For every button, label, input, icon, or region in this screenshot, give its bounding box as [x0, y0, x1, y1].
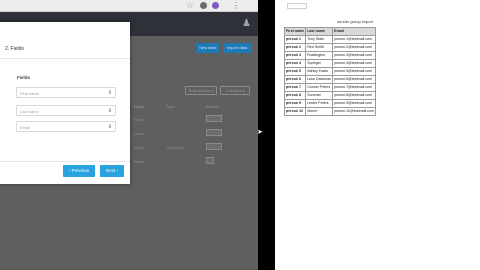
table-row: person 2 Red Smith person.2@testmail.com — [283, 43, 376, 52]
col-name-header: Name — [134, 104, 145, 109]
header-row: First name Last name Email — [283, 27, 376, 36]
report-window: sender group export First name Last name… — [275, 0, 480, 270]
row-actions[interactable] — [206, 157, 214, 164]
table-row: person 10 Moore person.10@testmail.com — [283, 107, 376, 116]
cell-email: person.2@testmail.com — [332, 43, 376, 52]
cell-first-name: person 7 — [283, 83, 307, 92]
title-cell-box — [287, 3, 307, 9]
import-data-button[interactable]: Import data — [223, 43, 251, 53]
table-row: person 1 Tony Stark person.1@testmail.com — [283, 35, 376, 44]
cell-last-name: Conner Peters — [305, 83, 334, 92]
table-row: person 4 Springer person.4@testmail.com — [283, 59, 376, 68]
table-row: person 7 Conner Peters person.7@testmail.c… — [283, 83, 376, 92]
table-row: Name — [134, 159, 145, 164]
table-row: person 5 Ashley Davis person.5@testmail.co… — [283, 67, 376, 76]
report-table: First name Last name Email person 1 Tony … — [283, 27, 376, 116]
table-row: person 8 Sommer person.8@testmail.com — [283, 91, 376, 100]
browser-menu-icon[interactable]: ⋮ — [232, 1, 240, 10]
chevron-updown-icon: ⇕ — [107, 90, 112, 96]
table-row: person 3 Ruskington person.3@testmail.com — [283, 51, 376, 60]
extension-icon-purple[interactable] — [212, 2, 219, 9]
table-row: person 6 Luke Dackman person.6@testmail.co… — [283, 75, 376, 84]
cell-email: person.7@testmail.com — [332, 83, 376, 92]
next-button[interactable]: Next › — [100, 165, 124, 177]
cell-email: person.8@testmail.com — [332, 91, 376, 100]
cell-last-name: Ruskington — [305, 51, 334, 60]
cell-email: person.10@testmail.com — [332, 107, 376, 116]
divider — [0, 161, 130, 162]
browser-toolbar: ☆ ⋮ — [0, 0, 258, 12]
bulk-actions-dropdown[interactable]: Bulk actions ▾ — [185, 86, 217, 95]
row-actions[interactable] — [206, 143, 222, 150]
cell-first-name: person 1 — [283, 35, 307, 44]
row-actions[interactable] — [206, 129, 222, 136]
table-row: person 9 Lester Peters person.9@testmail.c… — [283, 99, 376, 108]
extension-icon[interactable] — [200, 2, 207, 9]
previous-button[interactable]: ‹ Previous — [63, 165, 95, 177]
cell-first-name: person 5 — [283, 67, 307, 76]
cell-last-name: Ashley Davis — [305, 67, 334, 76]
cell-first-name: person 10 — [283, 107, 307, 116]
screen: ☆ ⋮ ♟ New table Import data Bulk actions… — [0, 0, 480, 270]
cell-email: person.6@testmail.com — [332, 75, 376, 84]
user-avatar-icon[interactable]: ♟ — [242, 18, 252, 30]
divider — [0, 58, 130, 59]
field-select-email[interactable]: Email ⇕ — [16, 121, 116, 132]
cell-last-name: Moore — [305, 107, 334, 116]
cell-first-name: person 2 — [283, 43, 307, 52]
table-cell-type: Text/Email — [166, 145, 185, 150]
cell-first-name: person 3 — [283, 51, 307, 60]
cell-first-name: person 4 — [283, 59, 307, 68]
header-email: Email — [332, 27, 376, 36]
bookmark-star-icon[interactable]: ☆ — [186, 1, 195, 10]
table-row: Email — [134, 145, 145, 150]
cell-last-name: Springer — [305, 59, 334, 68]
cell-last-name: Luke Dackman — [305, 75, 334, 84]
cell-email: person.1@testmail.com — [332, 35, 376, 44]
cell-last-name: Lester Peters — [305, 99, 334, 108]
cell-first-name: person 6 — [283, 75, 307, 84]
header-first-name: First name — [283, 27, 307, 36]
cell-email: person.4@testmail.com — [332, 59, 376, 68]
select-value: Email — [20, 125, 31, 130]
columns-dropdown[interactable]: Columns ▾ — [220, 86, 250, 95]
chevron-updown-icon: ⇕ — [107, 108, 112, 114]
select-value: First name — [20, 91, 39, 96]
field-select-first-name[interactable]: First name ⇕ — [16, 87, 116, 98]
cell-first-name: person 9 — [283, 99, 307, 108]
cell-last-name: Sommer — [305, 91, 334, 100]
col-type-header: Type — [166, 104, 175, 109]
cell-email: person.3@testmail.com — [332, 51, 376, 60]
report-body: person 1 Tony Stark person.1@testmail.com p… — [283, 35, 376, 116]
modal-step-title: 2. Fields — [5, 46, 24, 52]
cell-email: person.9@testmail.com — [332, 99, 376, 108]
cell-last-name: Red Smith — [305, 43, 334, 52]
row-actions[interactable] — [206, 115, 222, 122]
cell-first-name: person 8 — [283, 91, 307, 100]
mouse-cursor-icon: ➤ — [257, 129, 263, 136]
header-last-name: Last name — [305, 27, 334, 36]
fields-header: Fields — [17, 75, 31, 80]
field-select-last-name[interactable]: Last name ⇕ — [16, 105, 116, 116]
cell-email: person.5@testmail.com — [332, 67, 376, 76]
table-row: Name — [134, 117, 145, 122]
import-wizard-modal: 2. Fields Fields First name ⇕ Last name … — [0, 22, 130, 184]
new-table-button[interactable]: New table — [196, 43, 220, 53]
chevron-updown-icon: ⇕ — [107, 124, 112, 130]
report-title: sender group export — [337, 19, 373, 24]
cell-last-name: Tony Stark — [305, 35, 334, 44]
left-browser-window: ☆ ⋮ ♟ New table Import data Bulk actions… — [0, 0, 258, 270]
table-row: Name — [134, 131, 145, 136]
select-value: Last name — [20, 109, 39, 114]
col-actions-header: Actions — [206, 104, 220, 109]
